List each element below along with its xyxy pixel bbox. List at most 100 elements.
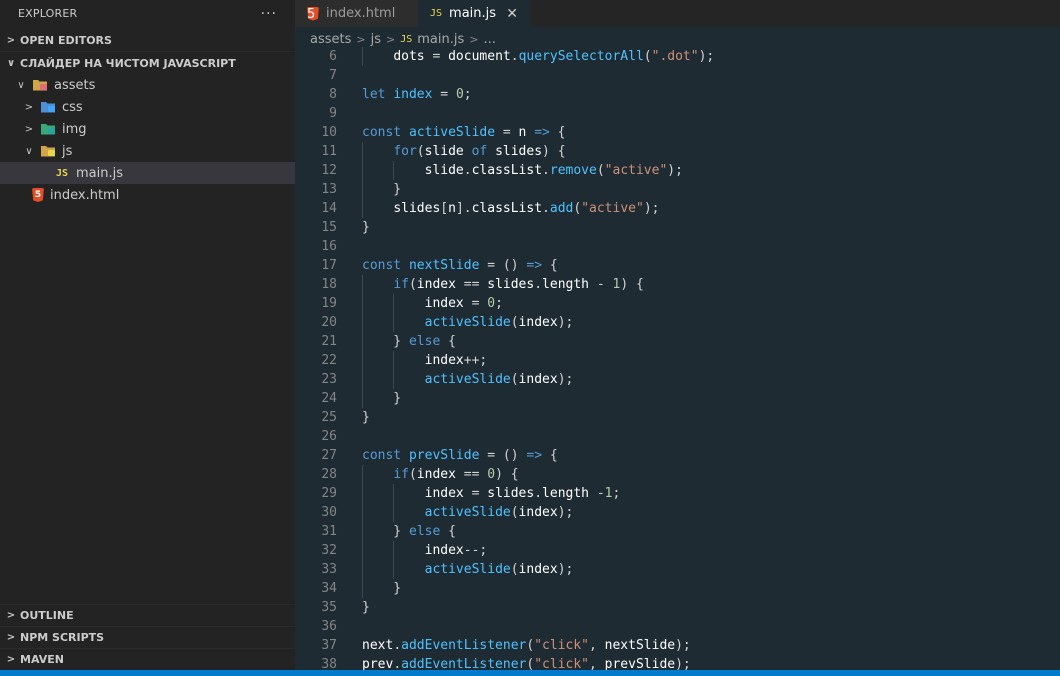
indent-guide <box>393 541 395 579</box>
code-text: } <box>362 600 370 615</box>
chevron-right-icon: > <box>6 654 16 665</box>
line-number: 38 <box>321 657 337 670</box>
section-outline[interactable]: > OUTLINE <box>0 604 295 626</box>
code-line: 20 activeSlide(index); <box>295 313 1060 332</box>
code-text: index--; <box>424 543 488 558</box>
indent-guide <box>393 161 395 180</box>
indent-guide <box>393 484 395 522</box>
line-number: 32 <box>321 543 337 558</box>
tree-item-label: main.js <box>76 165 123 181</box>
code-line: 32 index--; <box>295 541 1060 560</box>
chevron-down-icon: ∨ <box>17 79 25 91</box>
breadcrumb-item[interactable]: js <box>371 32 381 47</box>
tree-item-assets[interactable]: ∨ assets <box>0 74 295 96</box>
code-line: 37 next.addEventListener("click", nextSli… <box>295 636 1060 655</box>
code-text: const nextSlide = () => { <box>362 258 558 273</box>
code-text: for(slide of slides) { <box>393 144 566 159</box>
more-actions-icon[interactable]: ··· <box>261 6 277 22</box>
line-number: 15 <box>321 220 337 235</box>
indent-guide <box>362 275 363 408</box>
code-line: 19 index = 0; <box>295 294 1060 313</box>
html-file-icon: 5 <box>32 188 44 202</box>
code-text: next.addEventListener("click", nextSlide… <box>362 638 691 653</box>
code-text: } <box>362 581 402 596</box>
html-file-icon: 5 <box>307 6 319 21</box>
line-number: 22 <box>321 353 337 368</box>
open-editors-section[interactable]: > OPEN EDITORS <box>0 30 295 52</box>
code-text: prev.addEventListener("click", prevSlide… <box>362 657 691 670</box>
code-line: 31 } else { <box>295 522 1060 541</box>
line-number: 12 <box>321 163 337 178</box>
section-npm-scripts[interactable]: > NPM SCRIPTS <box>0 626 295 648</box>
code-line: 28 if(index == 0) { <box>295 465 1060 484</box>
code-line: 26 <box>295 427 1060 446</box>
code-text: } else { <box>362 524 456 539</box>
line-number: 6 <box>329 49 337 64</box>
breadcrumb-item[interactable]: ... <box>483 32 495 47</box>
file-tree: ∨ assets > css > img ∨ js JS main.js 5 index.html <box>0 74 295 206</box>
code-line: 9 <box>295 104 1060 123</box>
line-number: 7 <box>329 68 337 83</box>
section-maven[interactable]: > MAVEN <box>0 648 295 670</box>
line-number: 30 <box>321 505 337 520</box>
indent-guide <box>393 294 395 332</box>
tab-label: index.html <box>326 6 396 21</box>
tab-index-html[interactable]: 5 index.html <box>295 0 418 27</box>
folder-js-icon <box>40 143 56 159</box>
breadcrumb-item[interactable]: assets <box>310 32 351 47</box>
line-number: 9 <box>329 106 337 121</box>
tree-item-css[interactable]: > css <box>0 96 295 118</box>
code-text: } <box>362 410 370 425</box>
code-line: 25} <box>295 408 1060 427</box>
line-number: 35 <box>321 600 337 615</box>
code-line: 33 activeSlide(index); <box>295 560 1060 579</box>
code-line: 6 dots = document.querySelectorAll(".dot… <box>295 47 1060 66</box>
close-icon[interactable]: ✕ <box>506 6 518 22</box>
line-number: 31 <box>321 524 337 539</box>
breadcrumb-item[interactable]: main.js <box>417 32 464 47</box>
chevron-right-icon: > <box>6 35 16 46</box>
js-file-icon: JS <box>430 8 443 19</box>
tab-main-js[interactable]: JS main.js ✕ <box>418 0 530 27</box>
tree-item-index-html[interactable]: 5 index.html <box>0 184 295 206</box>
explorer-header: EXPLORER ··· <box>0 0 295 27</box>
project-section[interactable]: ∨ СЛАЙДЕР НА ЧИСТОМ JAVASCRIPT <box>0 52 295 74</box>
tree-item-main-js[interactable]: JS main.js <box>0 162 295 184</box>
code-line: 13 } <box>295 180 1060 199</box>
code-line: 21 } else { <box>295 332 1060 351</box>
line-number: 29 <box>321 486 337 501</box>
chevron-down-icon: ∨ <box>6 57 16 69</box>
line-number: 24 <box>321 391 337 406</box>
code-line: 29 index = slides.length -1; <box>295 484 1060 503</box>
tree-item-js[interactable]: ∨ js <box>0 140 295 162</box>
code-line: 35} <box>295 598 1060 617</box>
code-text: index = 0; <box>424 296 503 311</box>
indent-guide <box>393 351 395 389</box>
project-label: СЛАЙДЕР НА ЧИСТОМ JAVASCRIPT <box>20 56 236 70</box>
line-number: 33 <box>321 562 337 577</box>
code-line: 7 <box>295 66 1060 85</box>
status-bar <box>0 670 1060 676</box>
chevron-down-icon: ∨ <box>25 145 33 157</box>
code-text: } else { <box>362 334 456 349</box>
line-number: 20 <box>321 315 337 330</box>
code-line: 18 if(index == slides.length - 1) { <box>295 275 1060 294</box>
code-line: 8 let index = 0; <box>295 85 1060 104</box>
code-text: slide.classList.remove("active"); <box>424 163 683 178</box>
chevron-right-icon: > <box>356 32 366 46</box>
tab-bar: 5 index.html JS main.js ✕ <box>295 0 1060 27</box>
code-line: 36 <box>295 617 1060 636</box>
tree-item-img[interactable]: > img <box>0 118 295 140</box>
code-text: const prevSlide = () => { <box>362 448 558 463</box>
line-number: 18 <box>321 277 337 292</box>
line-number: 8 <box>329 87 337 102</box>
section-label: OUTLINE <box>20 609 74 622</box>
folder-img-icon <box>40 121 56 137</box>
code-line: 23 activeSlide(index); <box>295 370 1060 389</box>
code-text: const activeSlide = n => { <box>362 125 566 140</box>
code-text: dots = document.querySelectorAll(".dot")… <box>393 49 715 64</box>
code-editor[interactable]: 6 dots = document.querySelectorAll(".dot… <box>295 46 1060 670</box>
code-text: slides[n].classList.add("active"); <box>393 201 660 216</box>
line-number: 26 <box>321 429 337 444</box>
code-text: index = slides.length -1; <box>424 486 621 501</box>
